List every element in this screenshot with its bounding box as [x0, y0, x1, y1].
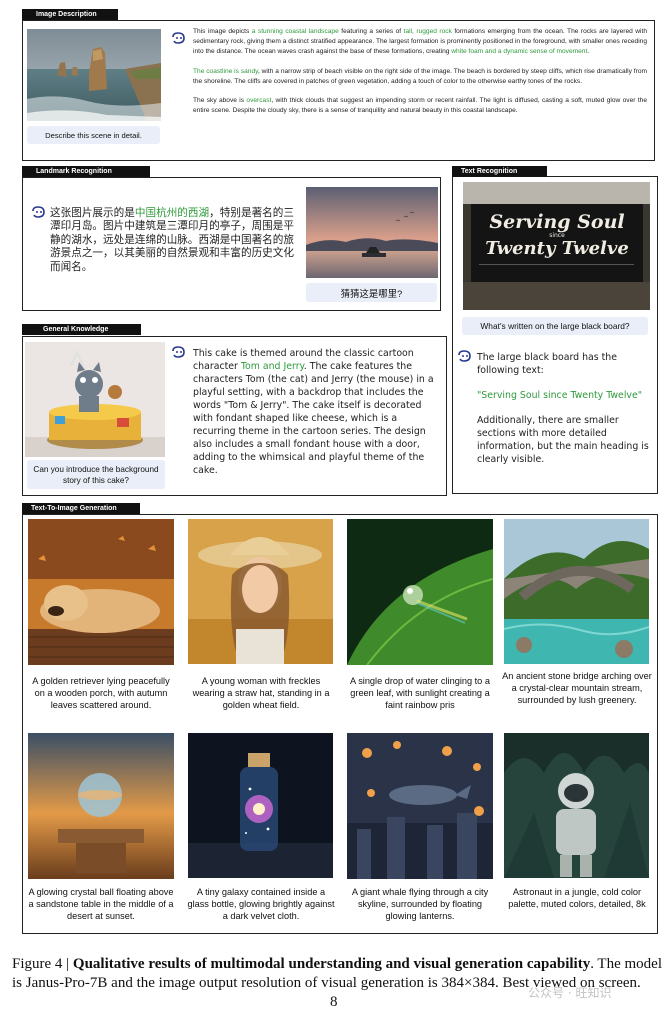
answer-paragraph-2: The coastline is sandy, with a narrow st… [193, 67, 647, 85]
golden-retriever-image [28, 519, 174, 665]
woman-straw-hat-image [188, 519, 333, 664]
answer-paragraph-1: This image depicts a stunning coastal la… [193, 28, 647, 56]
landmark-answer: 这张图片展示的是中国杭州的西湖，特别是著名的三潭印月岛。图片中建筑是三潭印月的亭… [50, 207, 294, 273]
blackboard-image: Serving Soul since Twenty Twelve [463, 182, 650, 310]
answer-quote: "Serving Soul since Twenty Twelve" [477, 390, 643, 401]
coastal-landscape-image [27, 29, 161, 121]
crystal-ball-image [28, 733, 174, 879]
watermark: 公众号 · 旺知识 [528, 986, 612, 1000]
answer-paragraph-3: The sky above is overcast, with thick cl… [193, 97, 647, 115]
image-description-tab: Image Description [22, 9, 118, 20]
question-bubble: What's written on the large black board? [462, 317, 648, 335]
board-text-twenty-twelve: Twenty Twelve [485, 238, 629, 259]
general-knowledge-answer: This cake is themed around the classic c… [193, 348, 434, 476]
caption-galaxy-bottle: A tiny galaxy contained inside a glass b… [187, 887, 335, 922]
west-lake-image [306, 187, 438, 278]
water-drop-leaf-image [347, 519, 493, 665]
caption-flying-whale: A giant whale flying through a city skyl… [351, 887, 489, 922]
answer-intro: The large black board has the following … [477, 352, 618, 376]
robot-icon [172, 32, 185, 44]
answer-more: Additionally, there are smaller sections… [477, 415, 649, 465]
question-bubble: 猜猜这是哪里? [306, 283, 437, 302]
caption-woman-straw-hat: A young woman with freckles wearing a st… [192, 676, 330, 711]
caption-golden-retriever: A golden retriever lying peacefully on a… [32, 676, 170, 711]
landmark-recognition-tab: Landmark Recognition [22, 166, 150, 177]
caption-stone-bridge: An ancient stone bridge arching over a c… [502, 671, 652, 706]
question-bubble: Describe this scene in detail. [27, 126, 160, 144]
robot-icon [172, 346, 185, 358]
flying-whale-image [347, 733, 493, 879]
caption-water-drop: A single drop of water clinging to a gre… [350, 676, 490, 711]
galaxy-bottle-image [188, 733, 333, 878]
board-text-serving-soul: Serving Soul [489, 211, 625, 233]
page-number: 8 [330, 994, 338, 1010]
caption-crystal-ball: A glowing crystal ball floating above a … [28, 887, 174, 922]
text-recognition-tab: Text Recognition [452, 166, 547, 177]
robot-icon [458, 350, 471, 362]
image-description-answer: This image depicts a stunning coastal la… [193, 27, 647, 116]
text-to-image-tab: Text-To-Image Generation [22, 503, 140, 514]
question-bubble: Can you introduce the background story o… [27, 460, 165, 489]
caption-astronaut-jungle: Astronaut in a jungle, cold color palett… [508, 887, 646, 910]
astronaut-jungle-image [504, 733, 649, 878]
tom-and-jerry-cake-image [25, 342, 165, 457]
stone-bridge-image [504, 519, 649, 664]
text-recognition-answer: The large black board has the following … [477, 351, 649, 466]
general-knowledge-tab: General Knowledge [22, 324, 141, 335]
robot-icon [32, 206, 45, 218]
